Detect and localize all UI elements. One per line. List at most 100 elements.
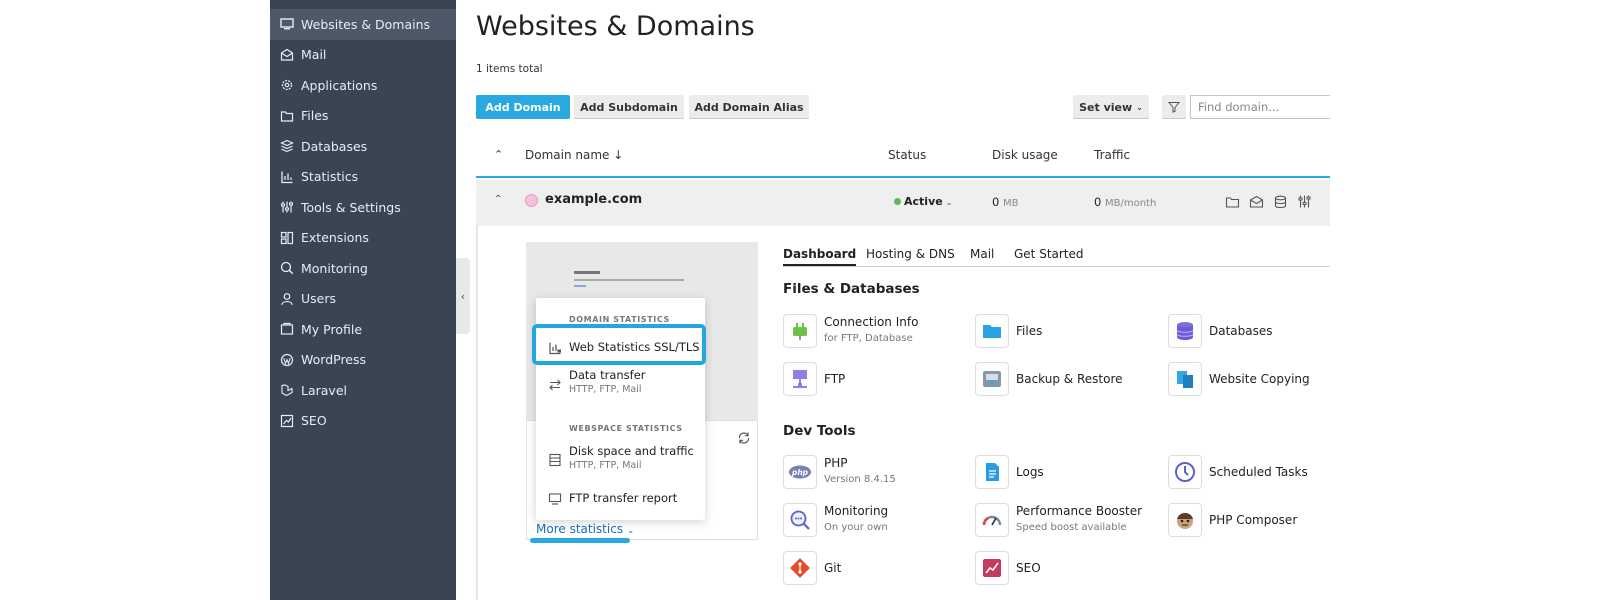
column-status[interactable]: Status <box>888 148 926 162</box>
database-icon[interactable] <box>1273 195 1288 209</box>
chevron-down-icon: ⌄ <box>1136 102 1143 112</box>
sidebar-item-tools-settings[interactable]: Tools & Settings <box>270 192 456 223</box>
set-view-button[interactable]: Set view ⌄ <box>1073 95 1149 119</box>
sliders-icon[interactable] <box>1297 194 1312 209</box>
sidebar-item-label: Applications <box>301 77 378 93</box>
thumbnail-text-line <box>574 279 684 281</box>
sidebar-item-label: Websites & Domains <box>301 16 431 32</box>
thumbnail-link-line <box>574 285 586 287</box>
tool-name: Monitoring <box>824 504 889 518</box>
tab-dashboard[interactable]: Dashboard <box>783 247 857 266</box>
sidebar-item-files[interactable]: Files <box>270 101 456 132</box>
tool-name: Connection Info <box>824 315 919 329</box>
menu-item-label: Data transfer <box>569 368 646 382</box>
sidebar-item-extensions[interactable]: Extensions <box>270 223 456 254</box>
sidebar-item-websites-domains[interactable]: Websites & Domains <box>270 9 456 40</box>
folder-icon <box>280 111 294 122</box>
composer-icon <box>1168 503 1202 537</box>
user-icon <box>281 292 293 305</box>
more-statistics-label: More statistics <box>536 522 624 536</box>
column-traffic[interactable]: Traffic <box>1094 148 1130 162</box>
mail-icon[interactable] <box>1249 195 1264 209</box>
tool-name: Website Copying <box>1209 372 1310 386</box>
sidebar-item-label: Databases <box>301 138 368 154</box>
sidebar-item-databases[interactable]: Databases <box>270 131 456 162</box>
gear-icon <box>281 80 293 91</box>
menu-item-ftp-transfer-report[interactable]: FTP transfer report <box>536 489 705 513</box>
sidebar-item-label: Extensions <box>301 230 369 246</box>
folder-icon <box>975 314 1009 348</box>
chevron-up-icon[interactable]: ⌃ <box>494 194 502 205</box>
sidebar-item-laravel[interactable]: Laravel <box>270 375 456 406</box>
transfer-arrows-icon <box>549 379 561 391</box>
set-view-label: Set view <box>1079 100 1133 114</box>
refresh-icon[interactable] <box>737 431 751 445</box>
sidebar-item-seo[interactable]: SEO <box>270 406 456 437</box>
add-domain-alias-button[interactable]: Add Domain Alias <box>689 95 809 119</box>
chevron-left-icon: ‹ <box>460 289 466 303</box>
tab-get-started[interactable]: Get Started <box>1014 247 1084 261</box>
tab-hosting-dns[interactable]: Hosting & DNS <box>866 247 955 261</box>
sidebar-item-wordpress[interactable]: WordPress <box>270 345 456 376</box>
svg-text:php: php <box>791 468 809 477</box>
thumbnail-heading-line <box>574 271 600 274</box>
sliders-icon <box>281 201 293 213</box>
table-header: ⌃ Domain name ↓ Status Disk usage Traffi… <box>476 142 1330 178</box>
sidebar-item-label: My Profile <box>301 321 363 337</box>
sidebar-item-applications[interactable]: Applications <box>270 70 456 101</box>
status-dot <box>894 198 901 205</box>
items-total: 1 items total <box>476 63 543 75</box>
column-domain-name[interactable]: Domain name ↓ <box>525 148 623 162</box>
sidebar-item-label: WordPress <box>301 352 367 368</box>
seo-chart-icon <box>280 414 294 427</box>
speedometer-icon <box>975 503 1009 537</box>
sidebar-item-statistics[interactable]: Statistics <box>270 162 456 193</box>
sidebar-collapse-handle[interactable]: ‹ <box>456 258 470 334</box>
server-icon <box>549 453 561 467</box>
tool-description: On your own <box>824 522 888 533</box>
domain-tabs: Dashboard Hosting & DNS Mail Get Started <box>783 245 1330 267</box>
database-icon <box>280 140 294 153</box>
add-subdomain-button[interactable]: Add Subdomain <box>574 95 684 119</box>
menu-item-disk-space-traffic[interactable]: Disk space and traffic HTTP, FTP, Mail <box>536 443 705 481</box>
monitor-icon <box>548 493 562 505</box>
add-domain-button[interactable]: Add Domain <box>476 95 570 119</box>
profile-icon <box>280 323 294 335</box>
more-statistics-link[interactable]: More statistics ⌄ <box>536 522 634 536</box>
tool-name: SEO <box>1016 561 1041 575</box>
search-input[interactable]: Find domain... <box>1190 95 1330 119</box>
log-document-icon <box>975 455 1009 489</box>
domain-name-link[interactable]: example.com <box>545 192 642 207</box>
laravel-icon <box>281 384 293 397</box>
folder-icon[interactable] <box>1225 195 1240 209</box>
magnifier-icon <box>783 503 817 537</box>
disk-value: 0 <box>992 195 1000 209</box>
network-icon <box>783 362 817 396</box>
monitor-icon <box>280 18 294 30</box>
collapse-all-icon[interactable]: ⌃ <box>494 148 503 161</box>
sidebar-item-label: SEO <box>301 413 327 429</box>
menu-item-label: Disk space and traffic <box>569 444 694 458</box>
disk-usage-value: 0 MB <box>992 195 1018 209</box>
sidebar-item-label: Files <box>301 108 329 124</box>
highlight-callout <box>532 324 706 365</box>
tool-name: Logs <box>1016 465 1044 479</box>
sidebar-item-my-profile[interactable]: My Profile <box>270 314 456 345</box>
sidebar-item-users[interactable]: Users <box>270 284 456 315</box>
column-disk-usage[interactable]: Disk usage <box>992 148 1058 162</box>
menu-item-data-transfer[interactable]: Data transfer HTTP, FTP, Mail <box>536 366 705 404</box>
tool-description: for FTP, Database <box>824 333 913 344</box>
tool-description: Speed boost available <box>1016 522 1127 533</box>
status-dropdown[interactable]: Active ⌄ <box>894 195 952 208</box>
tool-name: FTP <box>824 372 846 386</box>
filter-button[interactable] <box>1162 95 1186 119</box>
menu-item-description: HTTP, FTP, Mail <box>569 460 642 471</box>
tool-name: Scheduled Tasks <box>1209 465 1308 479</box>
sidebar-item-monitoring[interactable]: Monitoring <box>270 253 456 284</box>
traffic-value: 0 MB/month <box>1094 195 1156 209</box>
chevron-down-icon: ⌄ <box>626 526 635 536</box>
focus-indicator-bar <box>530 538 630 543</box>
php-icon: php <box>783 455 817 489</box>
sidebar-item-mail[interactable]: Mail <box>270 40 456 71</box>
tab-mail[interactable]: Mail <box>970 247 994 261</box>
